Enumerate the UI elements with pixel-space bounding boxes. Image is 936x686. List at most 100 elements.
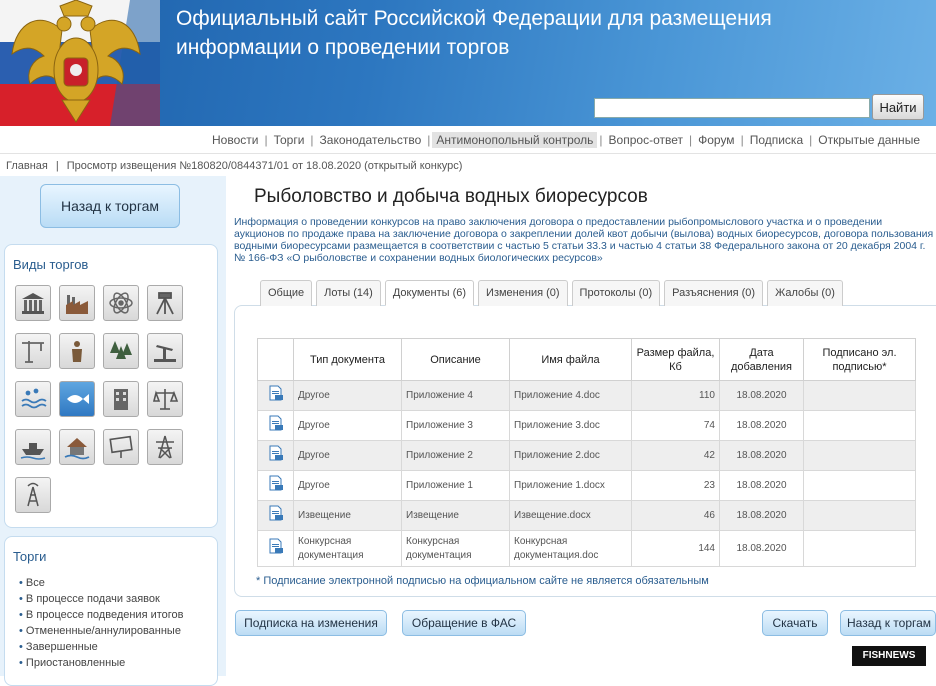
table-row[interactable]: Другое Приложение 2 Приложение 2.doc 42 … — [257, 440, 916, 471]
search-input[interactable] — [594, 98, 870, 118]
cell-description: Приложение 2 — [401, 440, 510, 471]
doc-icon-cell[interactable] — [257, 380, 294, 411]
cell-type: Конкурсная документация — [293, 530, 402, 567]
building-icon[interactable] — [103, 381, 139, 417]
doc-icon-cell[interactable] — [257, 470, 294, 501]
icon-column-header — [257, 338, 294, 381]
doc-icon-cell[interactable] — [257, 440, 294, 471]
tab-complaints[interactable]: Жалобы (0) — [767, 280, 843, 306]
tab-changes[interactable]: Изменения (0) — [478, 280, 568, 306]
cell-filename[interactable]: Приложение 1.docx — [509, 470, 632, 501]
column-header-filename: Имя файла — [509, 338, 632, 381]
billboard-icon[interactable] — [103, 429, 139, 465]
cell-date: 18.08.2020 — [719, 500, 804, 531]
download-button[interactable]: Скачать — [762, 610, 828, 636]
nav-subscription[interactable]: Подписка — [746, 132, 807, 148]
nav-forum[interactable]: Форум — [694, 132, 738, 148]
breadcrumb: Главная | Просмотр извещения №180820/08443… — [6, 160, 462, 172]
torgi-filter-summarizing[interactable]: В процессе подведения итогов — [19, 607, 184, 623]
top-navigation: Новости | Торги | Законодательство | Антимо… — [0, 126, 936, 154]
torgi-title: Торги — [13, 549, 47, 564]
torgi-panel: Торги Все В процессе подачи заявок В про… — [4, 536, 218, 686]
torgi-types-grid — [15, 285, 191, 513]
doc-icon-cell[interactable] — [257, 410, 294, 441]
tab-protocols[interactable]: Протоколы (0) — [571, 280, 661, 306]
table-row[interactable]: Другое Приложение 3 Приложение 3.doc 74 … — [257, 410, 916, 441]
cell-date: 18.08.2020 — [719, 530, 804, 567]
water-icon[interactable] — [15, 381, 51, 417]
fish-icon[interactable] — [59, 381, 95, 417]
torgi-filter-all[interactable]: Все — [19, 575, 184, 591]
site-title-line1: Официальный сайт Российской Федерации дл… — [176, 7, 772, 30]
nav-news[interactable]: Новости — [208, 132, 262, 148]
document-download-icon[interactable] — [268, 445, 284, 461]
nav-open-data[interactable]: Открытые данные — [814, 132, 924, 148]
forest-icon[interactable] — [103, 333, 139, 369]
cell-filename[interactable]: Приложение 3.doc — [509, 410, 632, 441]
nav-faq[interactable]: Вопрос-ответ — [605, 132, 687, 148]
site-title-line2: информации о проведении торгов — [176, 36, 510, 59]
site-title: Официальный сайт Российской Федерации дл… — [176, 4, 856, 62]
torgi-list: Все В процессе подачи заявок В процессе … — [19, 575, 184, 671]
nav-legislation[interactable]: Законодательство — [316, 132, 426, 148]
tab-general[interactable]: Общие — [260, 280, 313, 306]
document-download-icon[interactable] — [268, 415, 284, 431]
cell-description: Приложение 1 — [401, 470, 510, 501]
document-download-icon[interactable] — [268, 538, 284, 554]
document-download-icon[interactable] — [268, 475, 284, 491]
cell-date: 18.08.2020 — [719, 470, 804, 501]
nav-antimonopoly[interactable]: Антимонопольный контроль — [432, 132, 598, 148]
fas-appeal-button[interactable]: Обращение в ФАС — [402, 610, 526, 636]
table-row[interactable]: Другое Приложение 4 Приложение 4.doc 110… — [257, 380, 916, 411]
back-to-torgi-button[interactable]: Назад к торгам — [40, 184, 180, 228]
nav-separator: | — [264, 133, 268, 147]
torgi-filter-completed[interactable]: Завершенные — [19, 639, 184, 655]
coat-of-arms-icon — [0, 0, 160, 126]
torgi-filter-cancelled[interactable]: Отмененные/аннулированные — [19, 623, 184, 639]
fishnews-watermark: FISHNEWS — [852, 646, 926, 666]
survey-tripod-icon[interactable] — [147, 285, 183, 321]
tab-documents[interactable]: Документы (6) — [384, 280, 475, 306]
cell-description: Извещение — [401, 500, 510, 531]
cell-filename[interactable]: Приложение 2.doc — [509, 440, 632, 471]
government-building-icon[interactable] — [15, 285, 51, 321]
cell-filename[interactable]: Приложение 4.doc — [509, 380, 632, 411]
house-flood-icon[interactable] — [59, 429, 95, 465]
table-row[interactable]: Другое Приложение 1 Приложение 1.docx 23… — [257, 470, 916, 501]
nav-torgi[interactable]: Торги — [270, 132, 309, 148]
cell-type: Другое — [293, 440, 402, 471]
subscribe-changes-button[interactable]: Подписка на изменения — [235, 610, 387, 636]
table-row[interactable]: Извещение Извещение Извещение.docx 46 18… — [257, 500, 916, 531]
tab-lots[interactable]: Лоты (14) — [316, 280, 381, 306]
cell-type: Извещение — [293, 500, 402, 531]
column-header-type: Тип документа — [293, 338, 402, 381]
torgi-filter-suspended[interactable]: Приостановленные — [19, 655, 184, 671]
nav-separator: | — [809, 133, 813, 147]
search-button[interactable]: Найти — [872, 94, 924, 120]
cell-size: 144 — [631, 530, 720, 567]
factory-icon[interactable] — [59, 285, 95, 321]
document-download-icon[interactable] — [268, 385, 284, 401]
atom-icon[interactable] — [103, 285, 139, 321]
boat-icon[interactable] — [15, 429, 51, 465]
power-tower-icon[interactable] — [147, 429, 183, 465]
crane-icon[interactable] — [15, 333, 51, 369]
breadcrumb-current: Просмотр извещения №180820/0844371/01 от… — [66, 160, 463, 172]
cell-filename[interactable]: Извещение.docx — [509, 500, 632, 531]
cell-filename[interactable]: Конкурсная документация.doc — [509, 530, 632, 567]
torgi-filter-accepting[interactable]: В процессе подачи заявок — [19, 591, 184, 607]
back-to-torgi-button-bottom[interactable]: Назад к торгам — [840, 610, 936, 636]
doc-icon-cell[interactable] — [257, 530, 294, 567]
doc-icon-cell[interactable] — [257, 500, 294, 531]
document-download-icon[interactable] — [268, 505, 284, 521]
person-icon[interactable] — [59, 333, 95, 369]
table-row[interactable]: Конкурсная документация Конкурсная докум… — [257, 530, 916, 567]
oil-pump-icon[interactable] — [147, 333, 183, 369]
cell-signed — [803, 500, 916, 531]
cell-signed — [803, 410, 916, 441]
antenna-tower-icon[interactable] — [15, 477, 51, 513]
cell-signed — [803, 470, 916, 501]
scales-icon[interactable] — [147, 381, 183, 417]
breadcrumb-home[interactable]: Главная — [6, 160, 48, 172]
tab-clarifications[interactable]: Разъяснения (0) — [664, 280, 764, 306]
